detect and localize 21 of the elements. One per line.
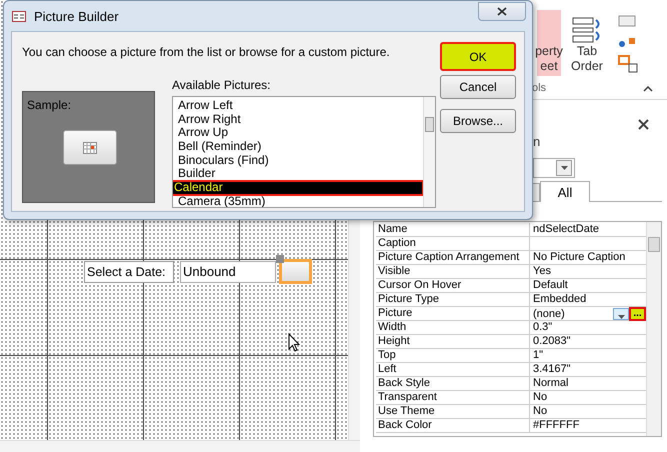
property-name: Height <box>376 335 530 348</box>
selection-type-label: n <box>533 134 540 149</box>
property-name: Back Color <box>376 419 530 432</box>
property-name: Caption <box>376 237 530 250</box>
dialog-title: Picture Builder <box>34 8 119 24</box>
property-name: Cursor On Hover <box>376 279 530 292</box>
property-name: Name <box>376 223 530 236</box>
property-name: Top <box>376 349 530 362</box>
group-label: ols <box>532 82 546 94</box>
property-name: Picture Type <box>376 293 530 306</box>
property-name: Picture <box>376 307 530 321</box>
property-name: Width <box>376 321 530 334</box>
property-name: Use Theme <box>376 405 530 418</box>
property-name: Back Style <box>376 377 530 390</box>
property-name: Picture Caption Arrangement <box>376 251 530 264</box>
instruction-text: You can choose a picture from the list or browse for a custom picture. <box>22 44 391 61</box>
property-name: Transparent <box>376 391 530 404</box>
property-name: Visible <box>376 265 530 278</box>
list-label: Available Pictures: <box>172 79 272 92</box>
property-name: Left <box>376 363 530 376</box>
sample-label: Sample: <box>27 98 72 112</box>
